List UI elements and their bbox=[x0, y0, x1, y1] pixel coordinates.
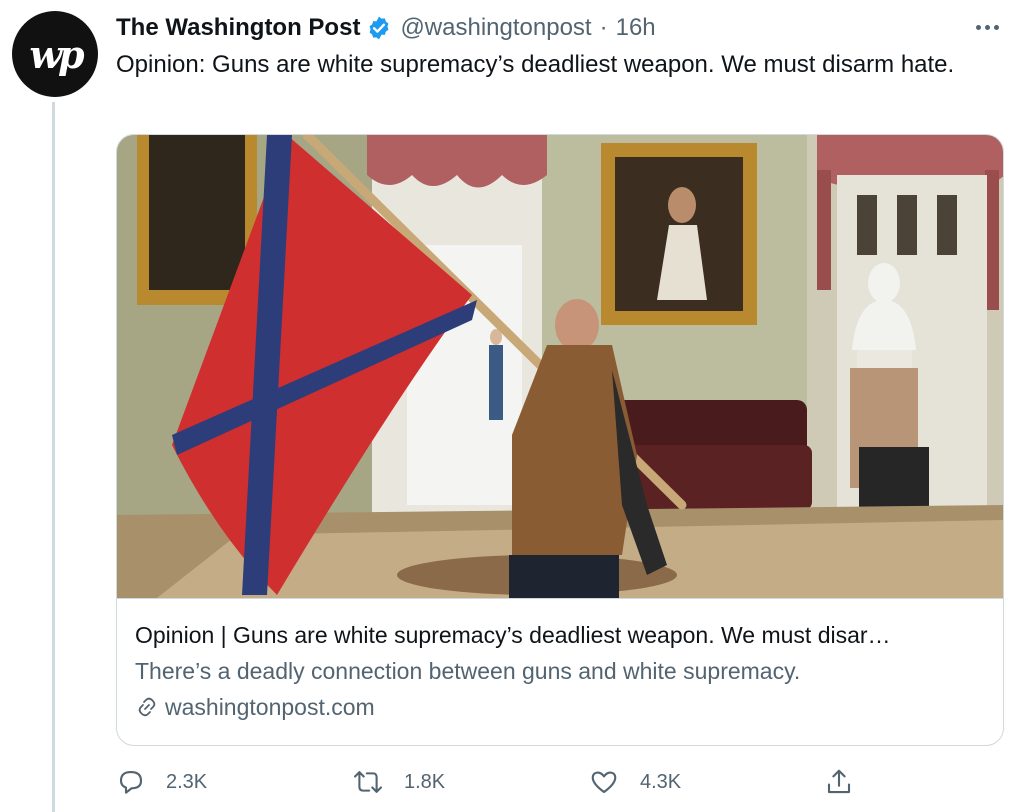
retweet-count: 1.8K bbox=[404, 770, 446, 793]
reply-button[interactable]: 2.3K bbox=[116, 762, 207, 802]
like-count: 4.3K bbox=[640, 770, 682, 793]
tweet-text: Opinion: Guns are white supremacy’s dead… bbox=[116, 51, 955, 78]
thread-line bbox=[52, 102, 55, 812]
reply-count: 2.3K bbox=[166, 770, 208, 793]
tweet-actions: 2.3K 1.8K 4.3K bbox=[116, 762, 876, 802]
verified-badge-icon bbox=[370, 16, 389, 40]
retweet-button[interactable]: 1.8K bbox=[352, 762, 445, 802]
card-description: There’s a deadly connection between guns… bbox=[135, 658, 801, 684]
author-handle[interactable]: @washingtonpost bbox=[400, 14, 591, 42]
share-icon bbox=[827, 769, 851, 794]
more-dot-icon bbox=[975, 24, 981, 30]
author-name[interactable]: The Washington Post bbox=[116, 14, 360, 42]
separator-dot: · bbox=[599, 14, 608, 41]
tweet-header: The Washington Post @washingtonpost · 16… bbox=[116, 10, 656, 46]
card-title[interactable]: Opinion | Guns are white supremacy’s dea… bbox=[135, 617, 987, 653]
avatar-logo: wp bbox=[29, 31, 84, 77]
more-dot-icon bbox=[993, 24, 999, 30]
card-domain[interactable]: washingtonpost.com bbox=[135, 689, 987, 725]
card-domain-text: washingtonpost.com bbox=[165, 694, 375, 720]
card-photo bbox=[117, 135, 1003, 598]
retweet-icon bbox=[354, 771, 382, 793]
link-icon bbox=[138, 697, 156, 717]
share-button[interactable] bbox=[824, 762, 874, 802]
like-button[interactable]: 4.3K bbox=[588, 762, 681, 802]
like-icon bbox=[591, 771, 617, 794]
card-body[interactable]: Opinion | Guns are white supremacy’s dea… bbox=[117, 598, 1003, 745]
link-card[interactable]: Opinion | Guns are white supremacy’s dea… bbox=[116, 134, 1004, 746]
reply-icon bbox=[119, 770, 143, 794]
more-options-button[interactable] bbox=[972, 12, 1002, 42]
more-dot-icon bbox=[984, 24, 990, 30]
avatar[interactable]: wp bbox=[12, 11, 98, 97]
card-image[interactable] bbox=[117, 135, 1003, 598]
tweet-timestamp[interactable]: 16h bbox=[616, 14, 656, 42]
